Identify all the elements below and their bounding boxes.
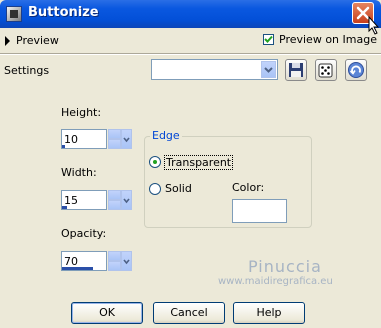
height-value: 10 bbox=[64, 133, 78, 146]
opacity-dropdown-button[interactable] bbox=[121, 251, 132, 271]
dice-icon bbox=[318, 63, 333, 78]
save-preset-button[interactable] bbox=[285, 59, 307, 81]
spin-down-icon[interactable] bbox=[108, 261, 121, 271]
window-title: Buttonize bbox=[28, 5, 99, 20]
randomize-button[interactable] bbox=[315, 59, 337, 81]
watermark-name: Pinuccia bbox=[248, 257, 322, 276]
width-dropdown-button[interactable] bbox=[121, 190, 132, 210]
height-dropdown-button[interactable] bbox=[121, 129, 132, 149]
checkmark-icon bbox=[264, 35, 273, 43]
solid-label[interactable]: Solid bbox=[165, 182, 192, 195]
watermark-url: www.maidiregrafica.eu bbox=[218, 276, 333, 287]
cancel-button[interactable]: Cancel bbox=[153, 302, 225, 324]
spin-down-icon[interactable] bbox=[108, 200, 121, 210]
spin-up-icon[interactable] bbox=[108, 251, 121, 261]
opacity-spinner[interactable] bbox=[108, 251, 121, 271]
preview-on-image-label[interactable]: Preview on Image bbox=[279, 33, 377, 46]
width-spinner[interactable] bbox=[108, 190, 121, 210]
settings-label: Settings bbox=[4, 64, 50, 77]
preview-label: Preview bbox=[16, 34, 59, 47]
transparent-label[interactable]: Transparent bbox=[164, 155, 234, 170]
width-input[interactable]: 15 bbox=[61, 190, 107, 210]
opacity-input[interactable]: 70 bbox=[61, 251, 107, 271]
height-input[interactable]: 10 bbox=[61, 129, 107, 149]
title-bar[interactable]: Buttonize bbox=[0, 0, 381, 28]
height-slider-bar[interactable] bbox=[62, 145, 65, 148]
height-label: Height: bbox=[61, 106, 102, 119]
reset-defaults-button[interactable] bbox=[345, 59, 367, 81]
opacity-slider-bar[interactable] bbox=[62, 267, 93, 270]
transparent-radio[interactable] bbox=[149, 156, 161, 168]
spin-up-icon[interactable] bbox=[108, 190, 121, 200]
chevron-down-icon bbox=[264, 67, 273, 73]
height-spinner[interactable] bbox=[108, 129, 121, 149]
floppy-disk-icon bbox=[289, 63, 303, 77]
undo-arrow-icon bbox=[348, 62, 364, 78]
ok-button[interactable]: OK bbox=[71, 302, 143, 324]
color-swatch[interactable] bbox=[232, 199, 287, 223]
spin-up-icon[interactable] bbox=[108, 129, 121, 139]
width-slider-bar[interactable] bbox=[62, 206, 67, 209]
expand-arrow-icon bbox=[5, 36, 10, 46]
preview-on-image-checkbox[interactable] bbox=[263, 34, 274, 45]
chevron-down-icon bbox=[123, 137, 130, 143]
width-label: Width: bbox=[61, 166, 97, 179]
chevron-down-icon bbox=[123, 259, 130, 265]
preset-select[interactable] bbox=[151, 59, 278, 80]
opacity-label: Opacity: bbox=[61, 227, 107, 240]
help-button[interactable]: Help bbox=[233, 302, 305, 324]
edge-group-title: Edge bbox=[150, 129, 182, 142]
divider bbox=[0, 54, 381, 55]
dropdown-arrow-button[interactable] bbox=[261, 61, 276, 78]
color-label: Color: bbox=[232, 181, 265, 194]
buttonize-app-icon bbox=[6, 6, 22, 22]
chevron-down-icon bbox=[123, 198, 130, 204]
solid-radio[interactable] bbox=[149, 183, 161, 195]
spin-down-icon[interactable] bbox=[108, 139, 121, 149]
